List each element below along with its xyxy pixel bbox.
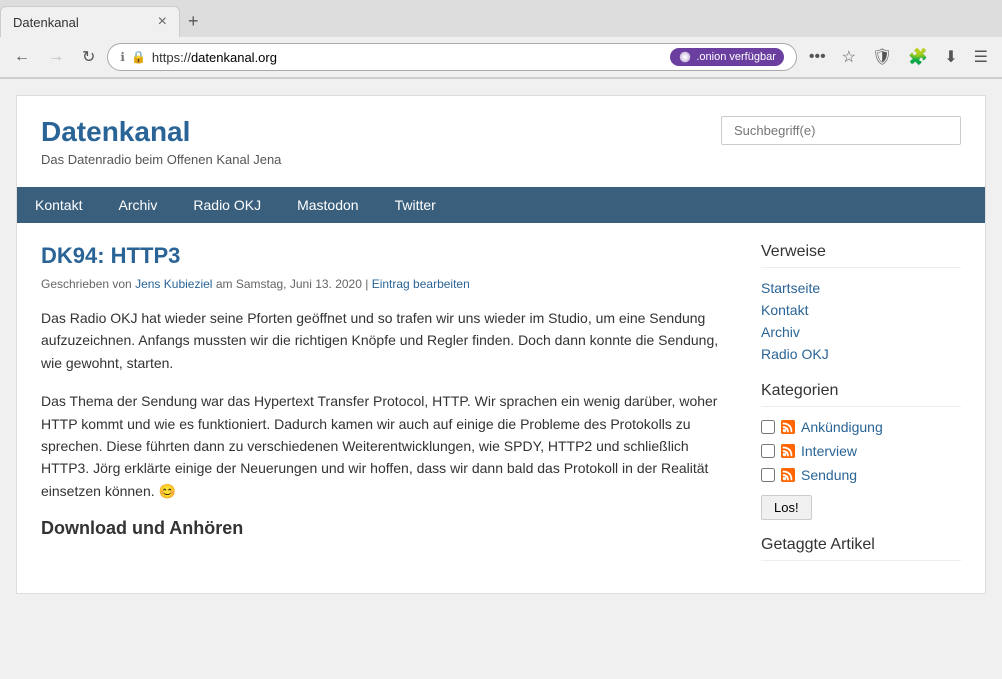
tab-bar: Datenkanal × + <box>0 0 1002 37</box>
menu-button[interactable]: ☰ <box>968 43 994 71</box>
post-meta-prefix: Geschrieben von <box>41 277 132 291</box>
post-author-link[interactable]: Jens Kubieziel <box>135 277 212 291</box>
content-area: DK94: HTTP3 Geschrieben von Jens Kubiezi… <box>17 223 985 593</box>
sidebar-kategorien: Kategorien Ankündigung <box>761 382 961 520</box>
lock-icon: 🔒 <box>131 50 146 64</box>
site-header: Datenkanal Das Datenradio beim Offenen K… <box>17 96 985 187</box>
sidebar-verweise: Verweise Startseite Kontakt Archiv Radio… <box>761 243 961 362</box>
nav-item-radio-okj[interactable]: Radio OKJ <box>175 187 279 223</box>
tab-title: Datenkanal <box>13 15 150 30</box>
extension-button[interactable]: 🧩 <box>902 43 934 71</box>
category-item-interview: Interview <box>761 443 961 459</box>
site-container: Datenkanal Das Datenradio beim Offenen K… <box>16 95 986 594</box>
back-button[interactable]: ← <box>8 44 36 70</box>
sidebar-link-startseite[interactable]: Startseite <box>761 280 820 296</box>
category-checkbox-ankuendigung[interactable] <box>761 420 775 434</box>
active-tab[interactable]: Datenkanal × <box>0 6 180 37</box>
browser-chrome: Datenkanal × + ← → ↻ ℹ 🔒 https://datenka… <box>0 0 1002 79</box>
post-subtitle: Download und Anhören <box>41 518 731 539</box>
new-tab-button[interactable]: + <box>180 7 207 36</box>
sidebar-verweise-title: Verweise <box>761 243 961 268</box>
rss-icon-sendung <box>781 468 795 482</box>
onion-badge: .onion verfügbar <box>670 48 784 66</box>
post-body: Das Radio OKJ hat wieder seine Pforten g… <box>41 307 731 539</box>
sidebar-link-kontakt[interactable]: Kontakt <box>761 302 808 318</box>
nav-bar: ← → ↻ ℹ 🔒 https://datenkanal.org .onion … <box>0 37 1002 78</box>
category-link-interview[interactable]: Interview <box>801 443 857 459</box>
onion-icon <box>678 50 692 64</box>
list-item: Kontakt <box>761 302 961 318</box>
sidebar-getaggte: Getaggte Artikel <box>761 536 961 561</box>
tab-close-button[interactable]: × <box>158 13 167 31</box>
sidebar-link-archiv[interactable]: Archiv <box>761 324 800 340</box>
list-item: Archiv <box>761 324 961 340</box>
post-paragraph-1: Das Radio OKJ hat wieder seine Pforten g… <box>41 307 731 374</box>
sidebar-link-radio-okj[interactable]: Radio OKJ <box>761 346 829 362</box>
category-item-ankuendigung: Ankündigung <box>761 419 961 435</box>
more-button[interactable]: ••• <box>803 43 832 71</box>
list-item: Startseite <box>761 280 961 296</box>
post-meta: Geschrieben von Jens Kubieziel am Samsta… <box>41 277 731 291</box>
nav-item-twitter[interactable]: Twitter <box>377 187 454 223</box>
category-checkbox-interview[interactable] <box>761 444 775 458</box>
sidebar-links: Startseite Kontakt Archiv Radio OKJ <box>761 280 961 362</box>
los-button[interactable]: Los! <box>761 495 812 520</box>
category-link-ankuendigung[interactable]: Ankündigung <box>801 419 883 435</box>
refresh-button[interactable]: ↻ <box>76 43 101 71</box>
nav-item-archiv[interactable]: Archiv <box>100 187 175 223</box>
category-checkbox-sendung[interactable] <box>761 468 775 482</box>
post-paragraph-2: Das Thema der Sendung war das Hypertext … <box>41 390 731 502</box>
category-link-sendung[interactable]: Sendung <box>801 467 857 483</box>
page-wrapper: Datenkanal Das Datenradio beim Offenen K… <box>0 79 1002 679</box>
url-text: https://datenkanal.org <box>152 50 664 65</box>
onion-label: .onion verfügbar <box>696 51 776 63</box>
post-title: DK94: HTTP3 <box>41 243 731 269</box>
main-content: DK94: HTTP3 Geschrieben von Jens Kubiezi… <box>41 243 731 573</box>
nav-item-mastodon[interactable]: Mastodon <box>279 187 376 223</box>
sidebar: Verweise Startseite Kontakt Archiv Radio… <box>761 243 961 573</box>
list-item: Radio OKJ <box>761 346 961 362</box>
post-meta-date: am Samstag, Juni 13. 2020 | <box>216 277 369 291</box>
nav-item-kontakt[interactable]: Kontakt <box>17 187 100 223</box>
search-input[interactable] <box>721 116 961 145</box>
category-item-sendung: Sendung <box>761 467 961 483</box>
site-nav: Kontakt Archiv Radio OKJ Mastodon Twitte… <box>17 187 985 223</box>
site-tagline: Das Datenradio beim Offenen Kanal Jena <box>41 152 281 167</box>
url-domain: datenkanal.org <box>191 50 277 65</box>
info-icon: ℹ <box>120 50 125 64</box>
nav-actions: ••• ☆ 🛡 🧩 ⬇ ☰ <box>803 43 994 71</box>
shield-button[interactable]: 🛡 <box>866 43 898 71</box>
download-button[interactable]: ⬇ <box>938 43 963 71</box>
rss-icon-interview <box>781 444 795 458</box>
site-branding: Datenkanal Das Datenradio beim Offenen K… <box>41 116 281 167</box>
bookmark-button[interactable]: ☆ <box>836 43 862 71</box>
forward-button[interactable]: → <box>42 44 70 70</box>
sidebar-getaggte-title: Getaggte Artikel <box>761 536 961 561</box>
url-bar[interactable]: ℹ 🔒 https://datenkanal.org .onion verfüg… <box>107 43 796 71</box>
rss-icon-ankuendigung <box>781 420 795 434</box>
site-title[interactable]: Datenkanal <box>41 116 190 147</box>
sidebar-kategorien-title: Kategorien <box>761 382 961 407</box>
edit-link[interactable]: Eintrag bearbeiten <box>372 277 470 291</box>
